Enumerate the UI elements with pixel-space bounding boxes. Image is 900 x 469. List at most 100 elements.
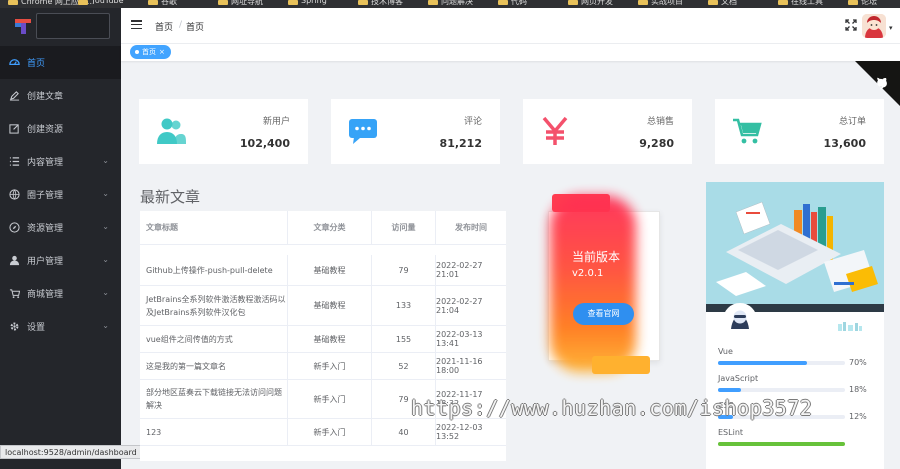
- bookmark-folder-icon: [498, 0, 508, 5]
- user-avatar[interactable]: [862, 14, 886, 38]
- stat-label: 新用户: [262, 117, 290, 127]
- stat-value: 9,280: [639, 137, 674, 150]
- message-icon: [346, 114, 380, 148]
- sidebar-item-label: 用户管理: [27, 257, 64, 267]
- cell-date: 2021-11-16 18:00: [436, 357, 483, 375]
- table-row[interactable]: Github上传操作-push-pull-delete 基础教程 79 2022-02…: [140, 255, 506, 286]
- sidebar-item-6[interactable]: 资源管理 ⌄: [0, 211, 121, 244]
- sidebar-item-label: 商城管理: [27, 290, 64, 300]
- stat-card[interactable]: 总销售 9,280: [523, 99, 692, 164]
- visit-official-site-button[interactable]: 查看官网: [573, 303, 634, 325]
- bookmark-folder-icon: [218, 0, 228, 5]
- bookmark-folder-icon: [848, 0, 858, 5]
- column-header-title[interactable]: 文章标题: [140, 211, 288, 245]
- version-title: 当前版本: [572, 250, 621, 264]
- skill-name: JavaScript: [718, 374, 759, 383]
- breadcrumb-item-home[interactable]: 首页: [155, 20, 173, 33]
- sidebar-item-9[interactable]: 设置 ⌄: [0, 310, 121, 343]
- money-icon: [538, 114, 572, 148]
- skill-bar-fill: [718, 388, 741, 392]
- bookmark-folder-icon: [428, 0, 438, 5]
- bookmark-item[interactable]: 技术博客: [371, 0, 403, 7]
- bookmark-item[interactable]: 论坛: [861, 0, 877, 7]
- stat-label: 评论: [463, 117, 482, 127]
- users-icon: [154, 114, 188, 148]
- user-icon: [8, 255, 20, 267]
- profile-avatar[interactable]: [723, 303, 757, 337]
- sidebar-item-label: 首页: [27, 59, 46, 69]
- bookmark-item[interactable]: 实战项目: [651, 0, 683, 7]
- skill-progress: Vue 70%: [718, 347, 867, 367]
- skill-bar-track: [718, 442, 845, 446]
- hamburger-toggle[interactable]: [131, 20, 142, 30]
- tag-close-icon[interactable]: ×: [159, 45, 165, 59]
- table-row[interactable]: 123 新手入门 40 2022-12-03 13:52: [140, 419, 506, 446]
- stat-card[interactable]: 新用户 102,400: [139, 99, 308, 164]
- cell-views: 155: [372, 326, 436, 352]
- dashboard-icon: [8, 57, 20, 69]
- fullscreen-icon[interactable]: [845, 19, 857, 31]
- compass-icon: [8, 222, 20, 234]
- sidebar-item-2[interactable]: 创建文章: [0, 79, 121, 112]
- table-row[interactable]: JetBrains全系列软件激活教程激活码以及JetBrains系列软件汉化包基…: [140, 286, 506, 326]
- cell-date: 2022-02-27 21:01: [436, 261, 483, 279]
- stat-label: 总订单: [838, 117, 866, 127]
- column-header-date[interactable]: 发布时间: [436, 211, 506, 245]
- table-row[interactable]: 这是我的第一篇文章名 新手入门 52 2021-11-16 18:00: [140, 353, 506, 380]
- sidebar-item-8[interactable]: 商城管理 ⌄: [0, 277, 121, 310]
- tag-label: 首页: [142, 48, 156, 56]
- bookmark-item[interactable]: 文档: [721, 0, 737, 7]
- avatar-dropdown-caret[interactable]: ▾: [889, 24, 893, 32]
- shopping-cart-icon: [730, 114, 764, 148]
- sidebar-item-4[interactable]: 内容管理 ⌄: [0, 145, 121, 178]
- cell-views: 52: [372, 353, 436, 379]
- cell-title: vue组件之间传值的方式: [140, 326, 288, 352]
- stat-card[interactable]: 总订单 13,600: [715, 99, 884, 164]
- bookmark-folder-icon: [568, 0, 578, 5]
- column-header-category[interactable]: 文章分类: [288, 211, 372, 245]
- cell-date: 2022-03-13 13:41: [436, 330, 483, 348]
- bookmark-item[interactable]: Spring: [301, 0, 327, 5]
- version-card-glow: [550, 196, 636, 372]
- cell-title: 这是我的第一篇文章名: [140, 353, 288, 379]
- chevron-down-icon: ⌄: [102, 222, 109, 231]
- stat-value: 102,400: [239, 137, 290, 150]
- bookmark-item[interactable]: YouTube: [91, 0, 124, 5]
- skill-name: Vue: [718, 347, 733, 356]
- skill-name: ESLint: [718, 428, 744, 437]
- sidebar-item-7[interactable]: 用户管理 ⌄: [0, 244, 121, 277]
- cart-icon: [8, 288, 20, 300]
- tag-home[interactable]: 首页 ×: [130, 45, 171, 59]
- table-header: 文章标题 文章分类 访问量 发布时间: [140, 211, 506, 245]
- bookmark-item[interactable]: 网页开发: [581, 0, 613, 7]
- skill-bar-fill: [718, 442, 845, 446]
- sidebar-item-label: 资源管理: [27, 224, 64, 234]
- version-number: v2.0.1: [572, 268, 604, 279]
- sidebar-item-3[interactable]: 创建资源: [0, 112, 121, 145]
- sidebar: 首页 创建文章 创建资源 内容管理 ⌄ 圈子管理 ⌄ 资源管理 ⌄ 用户管理 ⌄ 商城管理 ⌄ 设置 ⌄: [0, 8, 121, 469]
- bookmark-item[interactable]: 在线工具: [791, 0, 823, 7]
- sidebar-item-label: 内容管理: [27, 158, 64, 168]
- chevron-down-icon: ⌄: [102, 156, 109, 165]
- bookmark-item[interactable]: 问题解决: [441, 0, 473, 7]
- sidebar-item-label: 圈子管理: [27, 191, 64, 201]
- cell-views: 133: [372, 286, 436, 325]
- cell-category: 基础教程: [288, 286, 372, 325]
- edit-square-icon: [8, 123, 20, 135]
- sidebar-item-1[interactable]: 首页: [0, 46, 121, 79]
- bookmark-folder-icon: [8, 0, 18, 5]
- stat-card[interactable]: 评论 81,212: [331, 99, 500, 164]
- sidebar-item-5[interactable]: 圈子管理 ⌄: [0, 178, 121, 211]
- bookmark-item[interactable]: 网址导航: [231, 0, 263, 7]
- cell-title: JetBrains全系列软件激活教程激活码以及JetBrains系列软件汉化包: [140, 286, 288, 325]
- table-row[interactable]: vue组件之间传值的方式 基础教程 155 2022-03-13 13:41: [140, 326, 506, 353]
- logo-text-box: [36, 13, 110, 39]
- bookmark-item[interactable]: 代码: [511, 0, 527, 7]
- skill-percent: 18%: [849, 385, 867, 394]
- column-header-views[interactable]: 访问量: [372, 211, 436, 245]
- bookmark-item[interactable]: 谷歌: [161, 0, 177, 7]
- cell-date: 2022-12-03 13:52: [436, 423, 483, 441]
- navbar: 首页 / 首页 ▾: [121, 8, 900, 44]
- globe-icon: [8, 189, 20, 201]
- logo-icon: [15, 19, 31, 34]
